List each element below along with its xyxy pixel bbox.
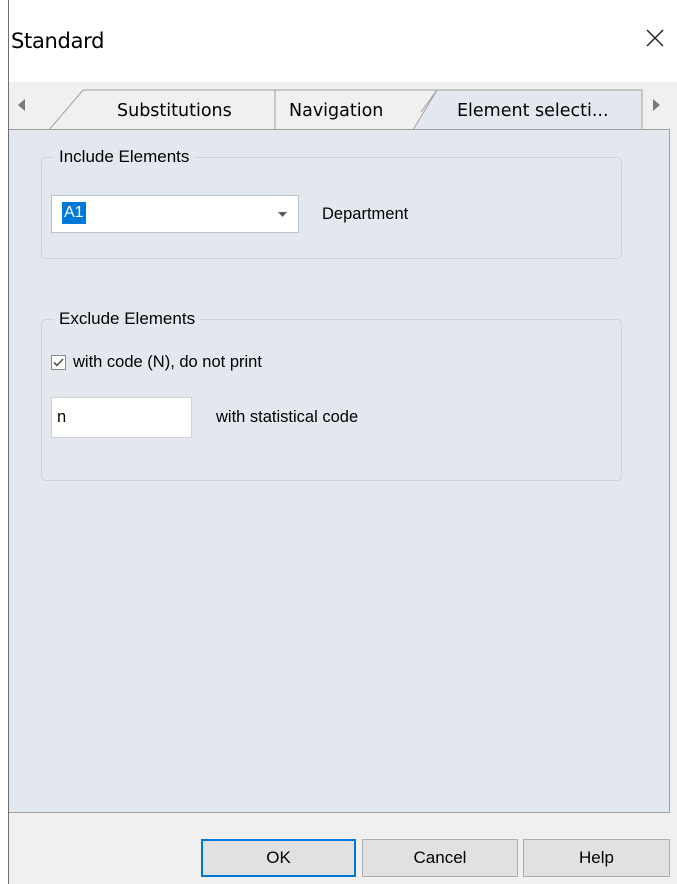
include-elements-group: Include Elements A1 Department xyxy=(41,145,622,259)
tab-strip: Substitutions Navigation Element selecti… xyxy=(9,82,677,130)
dialog-window: Standard Substitutions Navigation Elemen… xyxy=(8,0,677,884)
no-print-checkbox-label[interactable]: with code (N), do not print xyxy=(73,351,262,373)
include-elements-legend: Include Elements xyxy=(54,145,195,169)
tab-element-selection[interactable]: Element selecti... xyxy=(457,101,609,121)
ok-button[interactable]: OK xyxy=(201,839,356,877)
window-title: Standard xyxy=(11,29,105,53)
include-elements-combo[interactable]: A1 xyxy=(51,195,299,233)
tab-substitutions[interactable]: Substitutions xyxy=(117,101,232,121)
statistical-code-label: with statistical code xyxy=(216,408,359,426)
checkmark-icon xyxy=(53,354,64,372)
tab-navigation[interactable]: Navigation xyxy=(289,101,383,121)
close-button[interactable] xyxy=(635,20,675,60)
scroll-right-icon xyxy=(652,98,660,116)
combo-selected-value: A1 xyxy=(62,202,86,224)
exclude-elements-group: Exclude Elements with code (N), do not p… xyxy=(41,307,622,481)
cancel-button[interactable]: Cancel xyxy=(362,839,518,877)
tab-page-element-selection: Include Elements A1 Department Exclude E… xyxy=(9,129,670,813)
title-bar: Standard xyxy=(9,0,677,82)
help-button[interactable]: Help xyxy=(523,839,670,877)
no-print-checkbox[interactable] xyxy=(51,355,66,370)
exclude-elements-legend: Exclude Elements xyxy=(54,307,201,331)
tab-scroll-right-button[interactable] xyxy=(645,96,667,118)
close-icon xyxy=(645,28,665,53)
dropdown-arrow-icon[interactable] xyxy=(276,210,288,220)
statistical-code-value: n xyxy=(57,408,67,426)
dialog-footer: OK Cancel Help xyxy=(9,813,677,884)
department-label: Department xyxy=(322,205,409,223)
statistical-code-input[interactable]: n xyxy=(51,397,192,438)
